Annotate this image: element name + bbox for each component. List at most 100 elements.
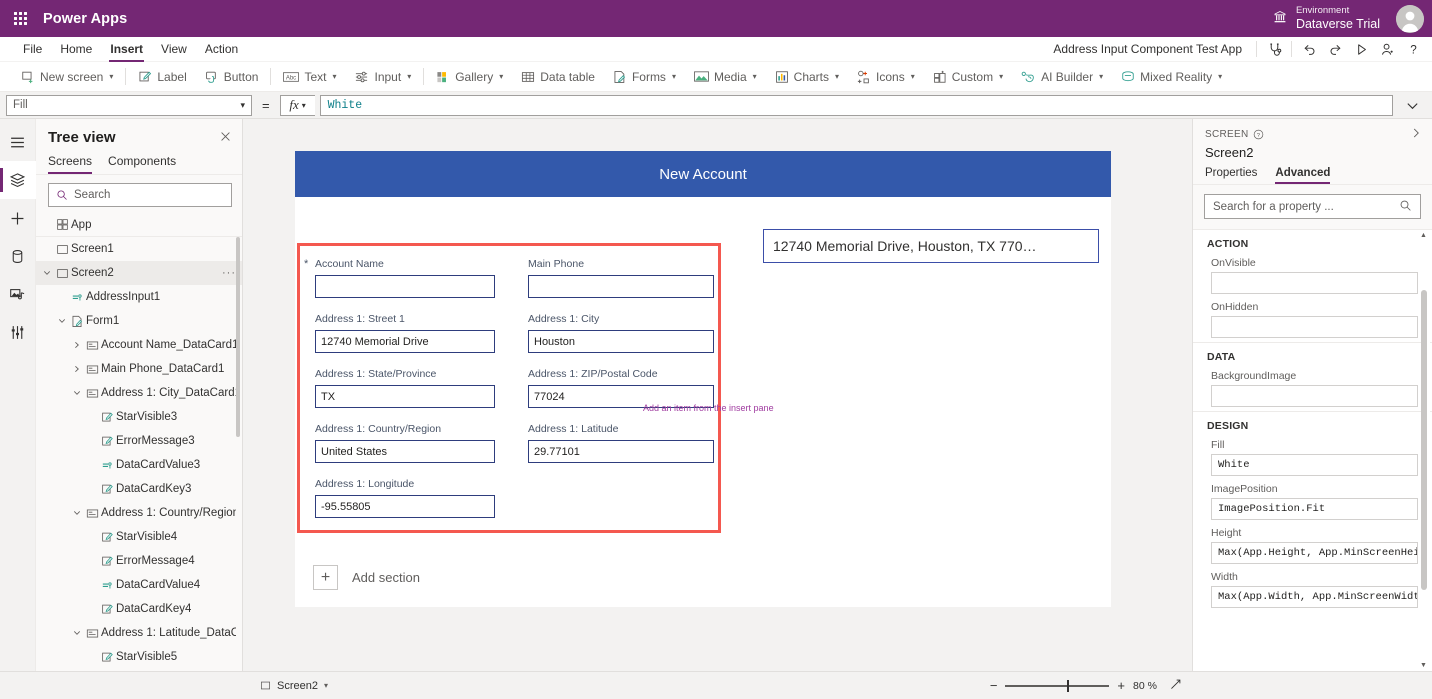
collapse-panel-icon[interactable] [1410,127,1422,142]
chevron-down-icon[interactable] [55,317,69,325]
search-input[interactable]: Search [48,183,232,207]
tree-node-starvisible3[interactable]: StarVisible3 [36,405,242,429]
form-field-input[interactable] [528,275,714,298]
menu-item-action[interactable]: Action [196,37,247,62]
play-preview-icon[interactable] [1348,37,1374,62]
canvas-area[interactable]: New Account *Account NameAddress 1: Stre… [243,119,1192,671]
form-title-bar[interactable]: New Account [295,151,1111,197]
ribbon-gallery[interactable]: Gallery ▾ [427,62,512,92]
advanced-tools-icon[interactable] [0,313,36,351]
property-field-input[interactable] [1211,385,1418,407]
chevron-down-icon[interactable] [70,389,84,397]
tree-node-address-1-city-datacard1[interactable]: Address 1: City_DataCard1 [36,381,242,405]
chevron-down-icon[interactable] [70,629,84,637]
ribbon-button-control[interactable]: Button [196,62,268,92]
menu-item-file[interactable]: File [14,37,51,62]
form-field-input[interactable]: United States [315,440,495,463]
ribbon-data-table[interactable]: Data table [512,62,604,92]
tab-advanced[interactable]: Advanced [1275,167,1330,184]
tree-node-datacardkey4[interactable]: DataCardKey4 [36,597,242,621]
property-field-input[interactable]: Max(App.Height, App.MinScreenHeight) [1211,542,1418,564]
tree-node-more-icon[interactable]: ··· [222,267,236,279]
tree-node-account-name-datacard1[interactable]: Account Name_DataCard1 [36,333,242,357]
fx-button[interactable]: fx ▾ [280,95,315,116]
ribbon-text[interactable]: Abc Text ▾ [274,62,345,92]
menu-item-view[interactable]: View [152,37,196,62]
tree-node-form1[interactable]: Form1 [36,309,242,333]
property-field-input[interactable] [1211,316,1418,338]
form-field-input[interactable]: Houston [528,330,714,353]
form-field-input[interactable]: -95.55805 [315,495,495,518]
tree-node-errormessage4[interactable]: ErrorMessage4 [36,549,242,573]
ribbon-custom[interactable]: Custom ▾ [924,62,1012,92]
tree-node-screen2[interactable]: Screen2··· [36,261,242,285]
menu-item-home[interactable]: Home [51,37,101,62]
ribbon-icons[interactable]: Icons ▾ [848,62,924,92]
properties-scroll-thumb[interactable] [1421,290,1427,590]
data-icon[interactable] [0,237,36,275]
share-icon[interactable] [1374,37,1400,62]
form-field-input[interactable]: 12740 Memorial Drive [315,330,495,353]
tree-node-address-1-country-region-datacard[interactable]: Address 1: Country/Region_DataCard [36,501,242,525]
app-canvas[interactable]: New Account *Account NameAddress 1: Stre… [295,151,1111,607]
ribbon-mixed-reality[interactable]: Mixed Reality ▾ [1112,62,1231,92]
tab-properties[interactable]: Properties [1205,167,1257,184]
help-circle-icon[interactable]: ? [1253,129,1264,140]
status-screen-selector[interactable]: Screen2 ▾ [260,680,328,692]
tree-node-datacardkey3[interactable]: DataCardKey3 [36,477,242,501]
tab-components[interactable]: Components [108,150,176,174]
app-launcher-icon[interactable] [0,0,40,37]
ribbon-forms[interactable]: Forms ▾ [604,62,685,92]
tree-node-starvisible4[interactable]: StarVisible4 [36,525,242,549]
ribbon-ai-builder[interactable]: AI Builder ▾ [1012,62,1112,92]
tree-node-main-phone-datacard1[interactable]: Main Phone_DataCard1 [36,357,242,381]
avatar[interactable] [1396,5,1424,33]
tree-scrollbar[interactable] [236,237,240,437]
properties-scrollbar[interactable]: ▲ ▼ [1421,230,1430,671]
property-field-input[interactable] [1211,272,1418,294]
scroll-down-icon[interactable]: ▼ [1419,662,1428,669]
zoom-slider-thumb[interactable] [1067,680,1069,692]
formula-expand-icon[interactable] [1398,98,1426,113]
form-grid[interactable]: *Account NameAddress 1: Street 112740 Me… [297,243,721,533]
tree-view-icon[interactable] [0,161,36,199]
tree-scroll-area[interactable]: AppScreen1Screen2···AddressInput1Form1Ac… [36,213,242,671]
close-icon[interactable] [219,130,232,145]
zoom-in-button[interactable]: + [1117,679,1125,692]
tree-node-starvisible5[interactable]: StarVisible5 [36,645,242,669]
property-field-input[interactable]: White [1211,454,1418,476]
scroll-up-icon[interactable]: ▲ [1419,232,1428,239]
ribbon-charts[interactable]: Charts ▾ [766,62,848,92]
fit-to-screen-icon[interactable] [1169,678,1182,694]
chevron-right-icon[interactable] [70,341,84,349]
properties-body[interactable]: ACTIONOnVisibleOnHiddenDATABackgroundIma… [1193,229,1432,671]
form-field-input[interactable] [315,275,495,298]
form-field-input[interactable]: TX [315,385,495,408]
insert-icon[interactable] [0,199,36,237]
add-section-plus-icon[interactable]: + [313,565,338,590]
chevron-down-icon[interactable] [40,269,54,277]
tree-node-errormessage5[interactable]: ErrorMessage5 [36,669,242,671]
ribbon-input[interactable]: Input ▾ [345,62,420,92]
address-input-component[interactable]: 12740 Memorial Drive, Houston, TX 770… [763,229,1099,263]
ribbon-media[interactable]: Media ▾ [685,62,766,92]
property-search-input[interactable]: Search for a property ... [1204,194,1421,219]
hamburger-menu-icon[interactable] [0,123,36,161]
chevron-down-icon[interactable] [70,509,84,517]
formula-input[interactable]: White [320,95,1393,116]
tree-node-addressinput1[interactable]: AddressInput1 [36,285,242,309]
zoom-out-button[interactable]: − [990,679,998,692]
property-dropdown[interactable]: Fill ▾ [6,95,252,116]
ribbon-label-control[interactable]: Label [129,62,195,92]
media-library-icon[interactable] [0,275,36,313]
property-field-input[interactable]: Max(App.Width, App.MinScreenWidth) [1211,586,1418,608]
help-icon[interactable]: ? [1400,37,1426,62]
tab-screens[interactable]: Screens [48,150,92,174]
ribbon-new-screen[interactable]: New screen ▾ [12,62,122,92]
checker-icon[interactable] [1261,37,1287,62]
property-field-input[interactable]: ImagePosition.Fit [1211,498,1418,520]
form-field-input[interactable]: 29.77101 [528,440,714,463]
redo-icon[interactable] [1322,37,1348,62]
undo-icon[interactable] [1296,37,1322,62]
add-section[interactable]: + Add section [313,565,420,590]
